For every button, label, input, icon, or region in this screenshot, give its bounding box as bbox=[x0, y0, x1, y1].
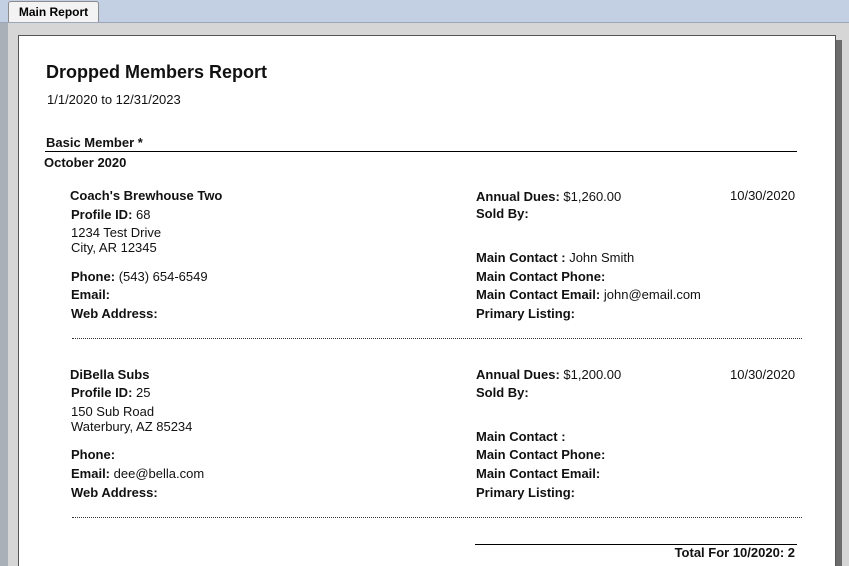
main-contact-value: John Smith bbox=[569, 250, 635, 265]
profile-id-value: 68 bbox=[136, 207, 151, 222]
primary-listing-row: Primary Listing: bbox=[476, 306, 575, 321]
address-line-2: City, AR 12345 bbox=[71, 240, 157, 255]
primary-listing-label: Primary Listing: bbox=[476, 306, 575, 321]
email-label: Email: bbox=[71, 287, 111, 302]
member-name: Coach's Brewhouse Two bbox=[70, 188, 223, 203]
email-row: Email: bbox=[71, 287, 110, 302]
phone-value: (543) 654-6549 bbox=[118, 269, 208, 284]
annual-dues-row: Annual Dues: $1,200.00 bbox=[476, 367, 621, 382]
main-contact-phone-label: Main Contact Phone: bbox=[476, 447, 606, 462]
address-line-2: Waterbury, AZ 85234 bbox=[71, 419, 193, 434]
profile-id-label: Profile ID: bbox=[71, 385, 133, 400]
report-page: Dropped Members Report 1/1/2020 to 12/31… bbox=[18, 35, 836, 566]
phone-row: Phone: (543) 654-6549 bbox=[71, 269, 208, 284]
main-contact-email-label: Main Contact Email: bbox=[476, 287, 601, 302]
primary-listing-label: Primary Listing: bbox=[476, 485, 575, 500]
main-contact-phone-label: Main Contact Phone: bbox=[476, 269, 606, 284]
annual-dues-value: $1,200.00 bbox=[563, 367, 622, 382]
email-value: dee@bella.com bbox=[113, 466, 205, 481]
group-header: Basic Member * bbox=[46, 135, 143, 150]
web-label: Web Address: bbox=[71, 306, 158, 321]
profile-id-row: Profile ID: 25 bbox=[71, 385, 151, 400]
annual-dues-label: Annual Dues: bbox=[476, 367, 560, 382]
group-divider bbox=[45, 151, 797, 152]
profile-id-label: Profile ID: bbox=[71, 207, 133, 222]
phone-label: Phone: bbox=[71, 269, 116, 284]
record-date: 10/30/2020 bbox=[730, 188, 796, 203]
report-title: Dropped Members Report bbox=[46, 62, 268, 82]
sold-by-label: Sold By: bbox=[476, 385, 529, 400]
main-contact-phone-row: Main Contact Phone: bbox=[476, 269, 605, 284]
email-row: Email: dee@bella.com bbox=[71, 466, 204, 481]
record-divider bbox=[72, 338, 802, 339]
main-contact-row: Main Contact : John Smith bbox=[476, 250, 634, 265]
profile-id-row: Profile ID: 68 bbox=[71, 207, 151, 222]
sold-by-label: Sold By: bbox=[476, 206, 529, 221]
main-contact-email-row: Main Contact Email: bbox=[476, 466, 600, 481]
main-contact-email-value: john@email.com bbox=[603, 287, 701, 302]
phone-row: Phone: bbox=[71, 447, 115, 462]
email-label: Email: bbox=[71, 466, 111, 481]
record-divider bbox=[72, 517, 802, 518]
month-total: Total For 10/2020: 2 bbox=[674, 545, 795, 560]
main-contact-email-label: Main Contact Email: bbox=[476, 466, 601, 481]
tab-main-report[interactable]: Main Report bbox=[8, 1, 99, 22]
primary-listing-row: Primary Listing: bbox=[476, 485, 575, 500]
main-contact-label: Main Contact : bbox=[476, 429, 566, 444]
main-contact-label: Main Contact : bbox=[476, 250, 566, 265]
main-contact-email-row: Main Contact Email: john@email.com bbox=[476, 287, 701, 302]
profile-id-value: 25 bbox=[136, 385, 151, 400]
web-row: Web Address: bbox=[71, 485, 158, 500]
report-date-range: 1/1/2020 to 12/31/2023 bbox=[47, 92, 181, 107]
annual-dues-row: Annual Dues: $1,260.00 bbox=[476, 189, 621, 204]
main-contact-phone-row: Main Contact Phone: bbox=[476, 447, 605, 462]
record-date: 10/30/2020 bbox=[730, 367, 796, 382]
sold-by-row: Sold By: bbox=[476, 206, 529, 221]
annual-dues-value: $1,260.00 bbox=[563, 189, 622, 204]
main-contact-row: Main Contact : bbox=[476, 429, 566, 444]
sold-by-row: Sold By: bbox=[476, 385, 529, 400]
web-label: Web Address: bbox=[71, 485, 158, 500]
address-line-1: 1234 Test Drive bbox=[71, 225, 162, 240]
member-name: DiBella Subs bbox=[70, 367, 150, 382]
phone-label: Phone: bbox=[71, 447, 116, 462]
month-header: October 2020 bbox=[44, 155, 127, 170]
web-row: Web Address: bbox=[71, 306, 158, 321]
address-line-1: 150 Sub Road bbox=[71, 404, 155, 419]
tab-bar: Main Report bbox=[0, 0, 849, 23]
annual-dues-label: Annual Dues: bbox=[476, 189, 560, 204]
